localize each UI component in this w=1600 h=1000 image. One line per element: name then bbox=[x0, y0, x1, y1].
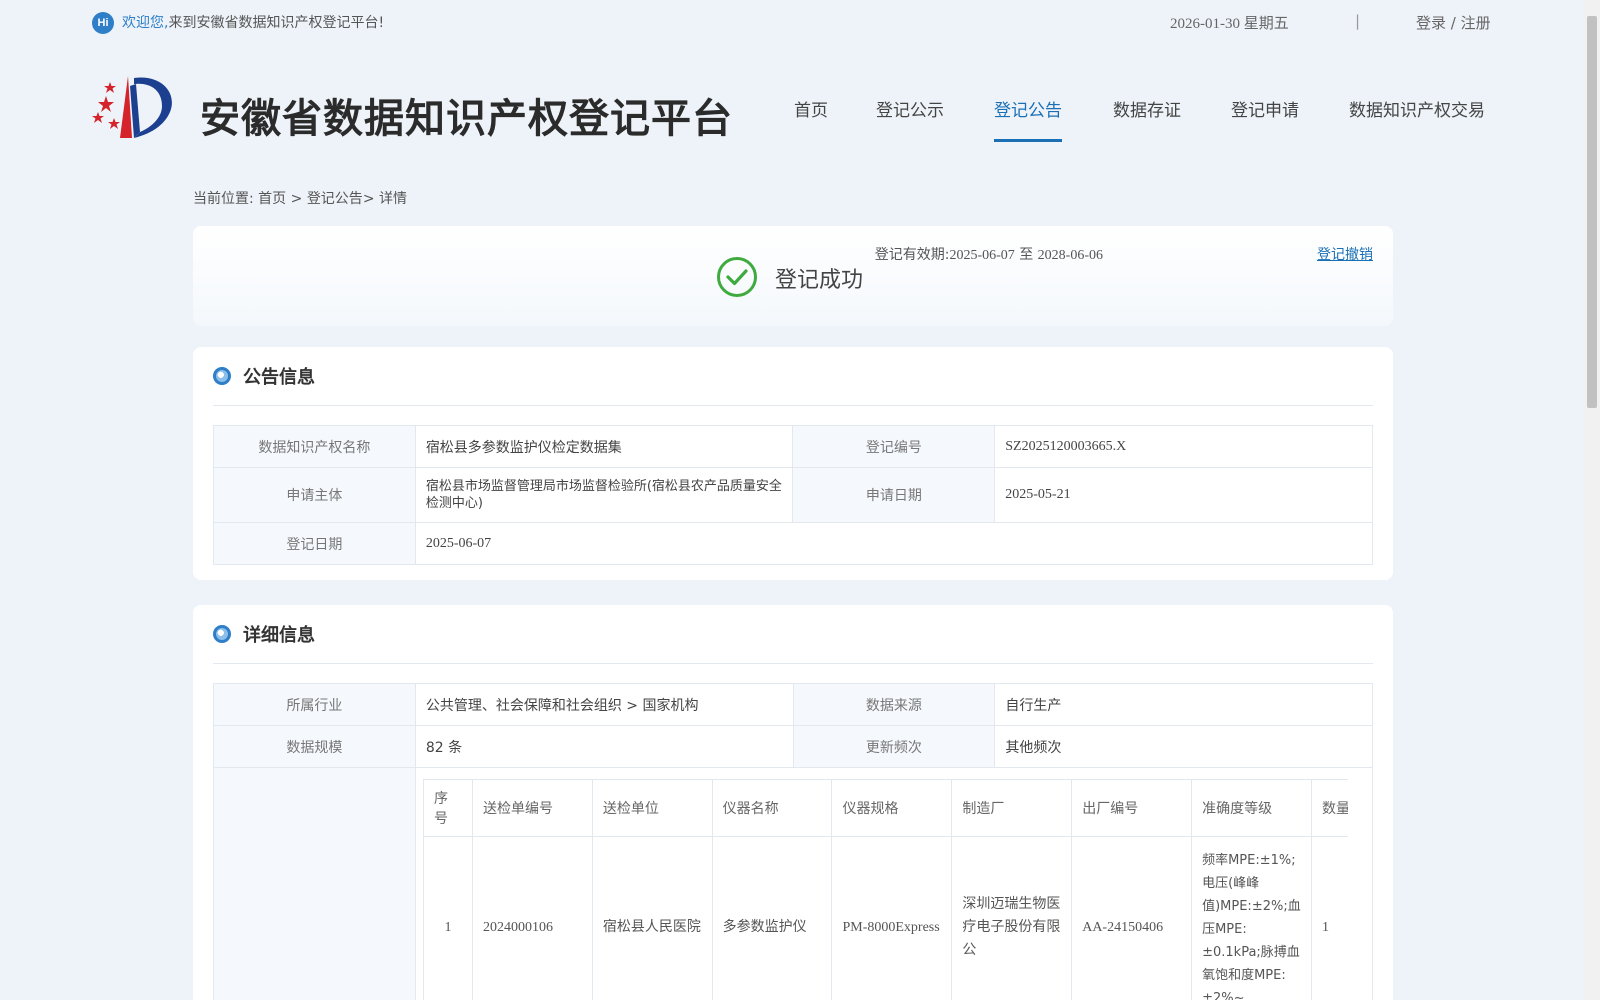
current-date: 2026-01-30 星期五 bbox=[1170, 16, 1289, 32]
reg-no-label: 登记编号 bbox=[792, 425, 996, 468]
status-text: 登记成功 bbox=[775, 268, 864, 293]
section-divider bbox=[213, 405, 1373, 406]
table-cell: PM-8000Express bbox=[831, 836, 953, 1000]
apply-date-value: 2025-05-21 bbox=[994, 467, 1373, 523]
column-header: 送检单位 bbox=[591, 779, 713, 837]
data-source-value: 自行生产 bbox=[994, 683, 1373, 726]
topbar-separator: | bbox=[1355, 12, 1361, 30]
detail-info-card: 详细信息 所属行业 公共管理、社会保障和社会组织 > 国家机构 数据来源 自行生… bbox=[193, 605, 1393, 1000]
table-cell: 1 bbox=[423, 836, 473, 1000]
breadcrumb-prefix: 当前位置: bbox=[193, 191, 254, 207]
industry-value: 公共管理、社会保障和社会组织 > 国家机构 bbox=[414, 683, 794, 726]
sample-data-table: 序号 送检单编号 送检单位 仪器名称 仪器规格 制造厂 出厂编号 准确度等级 数… bbox=[423, 779, 1348, 1000]
update-frequency-label: 更新频次 bbox=[792, 725, 996, 768]
ip-name-label: 数据知识产权名称 bbox=[213, 425, 416, 468]
validity-label: 登记有效期: bbox=[874, 247, 950, 263]
column-header: 制造厂 bbox=[951, 779, 1073, 837]
table-row: 登记日期 2025-06-07 bbox=[213, 522, 1374, 565]
data-scale-label: 数据规模 bbox=[213, 725, 416, 768]
ip-name-value: 宿松县多参数监护仪检定数据集 bbox=[414, 425, 794, 468]
column-header: 仪器规格 bbox=[831, 779, 953, 837]
login-link[interactable]: 登录 bbox=[1416, 14, 1446, 32]
revoke-registration-link[interactable]: 登记撤销 bbox=[1317, 244, 1373, 264]
section-title: 详细信息 bbox=[243, 625, 315, 646]
industry-label: 所属行业 bbox=[213, 683, 416, 726]
table-cell: AA-24150406 bbox=[1071, 836, 1193, 1000]
table-cell: 深圳迈瑞生物医疗电子股份有限公 bbox=[951, 836, 1073, 1000]
scrollbar-thumb[interactable] bbox=[1587, 16, 1597, 408]
welcome-message: 来到安徽省数据知识产权登记平台! bbox=[168, 15, 385, 31]
nav-data-certification[interactable]: 数据存证 bbox=[1113, 96, 1181, 142]
reg-date-value: 2025-06-07 bbox=[414, 522, 1374, 565]
nav-ip-trading[interactable]: 数据知识产权交易 bbox=[1349, 96, 1485, 142]
breadcrumb: 当前位置: 首页 > 登记公告> 详情 bbox=[193, 188, 407, 208]
section-bullet-icon bbox=[213, 625, 231, 643]
sample-label-cell bbox=[213, 767, 416, 1000]
sample-data-scroll[interactable]: 序号 送检单编号 送检单位 仪器名称 仪器规格 制造厂 出厂编号 准确度等级 数… bbox=[423, 779, 1348, 1000]
nav-registration-announcement[interactable]: 登记公告 bbox=[994, 96, 1062, 142]
applicant-value: 宿松县市场监督管理局市场监督检验所(宿松县农产品质量安全检测中心) bbox=[414, 467, 794, 523]
update-frequency-value: 其他频次 bbox=[994, 725, 1373, 768]
table-row: 申请主体 宿松县市场监督管理局市场监督检验所(宿松县农产品质量安全检测中心) 申… bbox=[213, 467, 1373, 523]
column-header: 送检单编号 bbox=[471, 779, 593, 837]
table-cell: 2024000106 bbox=[471, 836, 593, 1000]
table-row: 所属行业 公共管理、社会保障和社会组织 > 国家机构 数据来源 自行生产 bbox=[213, 683, 1373, 726]
auth-slash: / bbox=[1450, 14, 1456, 32]
breadcrumb-current: > 详情 bbox=[362, 191, 407, 207]
page-scrollbar[interactable] bbox=[1584, 0, 1600, 1000]
column-header: 仪器名称 bbox=[711, 779, 833, 837]
auth-links: 登录 / 注册 bbox=[1416, 12, 1491, 33]
welcome-text: 欢迎您,来到安徽省数据知识产权登记平台! bbox=[122, 12, 384, 32]
breadcrumb-home[interactable]: 首页 bbox=[258, 191, 286, 207]
table-cell: 1 bbox=[1311, 836, 1348, 1000]
apply-date-label: 申请日期 bbox=[792, 467, 996, 523]
table-row: 数据知识产权名称 宿松县多参数监护仪检定数据集 登记编号 SZ202512000… bbox=[213, 425, 1373, 468]
table-row: 数据规模 82 条 更新频次 其他频次 bbox=[213, 725, 1373, 768]
validity-end: 2028-06-06 bbox=[1037, 248, 1103, 263]
validity-to: 至 bbox=[1019, 247, 1034, 263]
validity-period: 登记有效期:2025-06-07 至 2028-06-06 bbox=[875, 244, 1103, 264]
section-title: 公告信息 bbox=[243, 367, 315, 388]
register-link[interactable]: 注册 bbox=[1461, 14, 1491, 32]
validity-start: 2025-06-07 bbox=[949, 248, 1015, 263]
column-header: 序号 bbox=[423, 779, 473, 837]
top-bar: Hi 欢迎您,来到安徽省数据知识产权登记平台! 2026-01-30 星期五 |… bbox=[0, 0, 1600, 44]
table-cell: 频率MPE:±1%;电压(峰峰值)MPE:±2%;血压MPE:±0.1kPa;脉… bbox=[1191, 836, 1312, 1000]
announcement-info-card: 公告信息 数据知识产权名称 宿松县多参数监护仪检定数据集 登记编号 SZ2025… bbox=[193, 347, 1393, 580]
reg-no-value: SZ2025120003665.X bbox=[994, 425, 1373, 468]
table-cell: 宿松县人民医院 bbox=[591, 836, 713, 1000]
announcement-table: 数据知识产权名称 宿松县多参数监护仪检定数据集 登记编号 SZ202512000… bbox=[213, 425, 1374, 565]
success-check-icon bbox=[717, 257, 757, 297]
registration-status-card: 登记成功 登记有效期:2025-06-07 至 2028-06-06 登记撤销 bbox=[193, 226, 1393, 326]
column-header: 准确度等级 bbox=[1191, 779, 1312, 837]
column-header: 数量 bbox=[1311, 779, 1348, 837]
main-nav: 首页 登记公示 登记公告 数据存证 登记申请 数据知识产权交易 bbox=[0, 96, 1600, 142]
nav-registration-application[interactable]: 登记申请 bbox=[1231, 96, 1299, 142]
breadcrumb-separator: > bbox=[290, 191, 303, 207]
breadcrumb-section[interactable]: 登记公告 bbox=[307, 191, 363, 207]
nav-registration-publicity[interactable]: 登记公示 bbox=[876, 96, 944, 142]
welcome-prefix: 欢迎您, bbox=[122, 15, 169, 31]
section-divider bbox=[213, 663, 1373, 664]
sample-header-row: 序号 送检单编号 送检单位 仪器名称 仪器规格 制造厂 出厂编号 准确度等级 数… bbox=[423, 779, 1348, 837]
column-header: 出厂编号 bbox=[1071, 779, 1193, 837]
nav-home[interactable]: 首页 bbox=[794, 96, 828, 142]
data-source-label: 数据来源 bbox=[792, 683, 996, 726]
reg-date-label: 登记日期 bbox=[213, 522, 416, 565]
hi-icon: Hi bbox=[92, 12, 114, 34]
applicant-label: 申请主体 bbox=[213, 467, 416, 523]
data-scale-value: 82 条 bbox=[414, 725, 794, 768]
table-row: 1 2024000106 宿松县人民医院 多参数监护仪 PM-8000Expre… bbox=[423, 836, 1348, 1000]
table-cell: 多参数监护仪 bbox=[711, 836, 833, 1000]
section-bullet-icon bbox=[213, 367, 231, 385]
